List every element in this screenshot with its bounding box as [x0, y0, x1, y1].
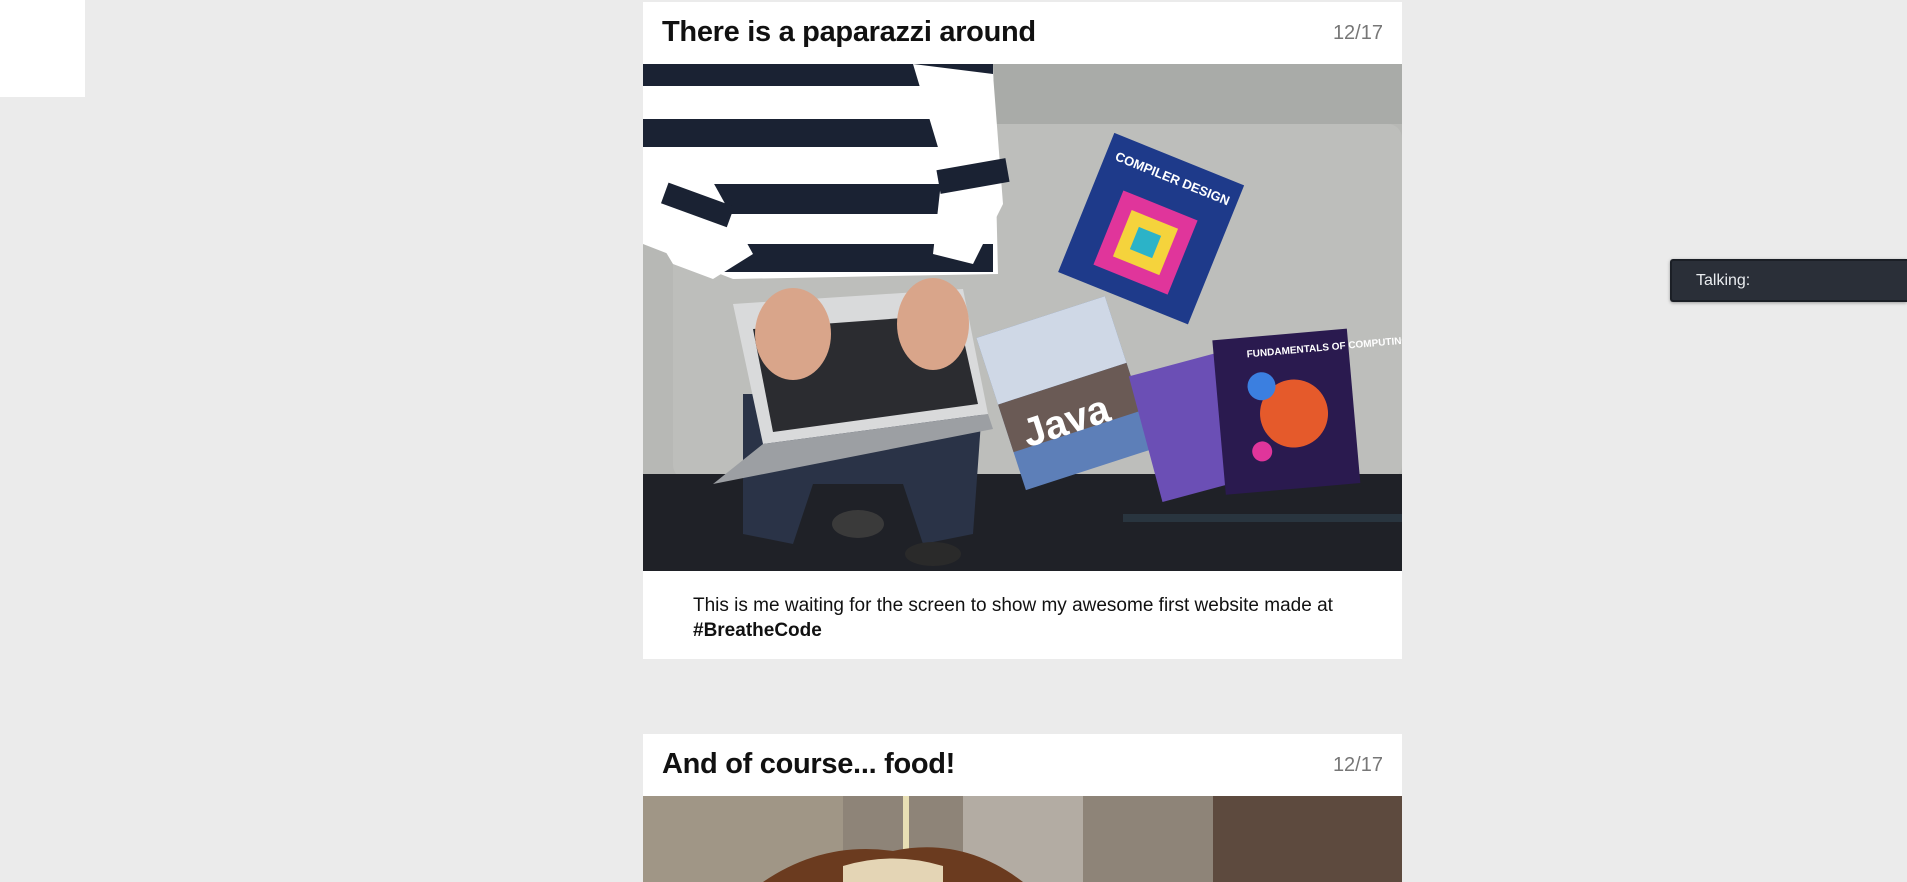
- hashtag-link[interactable]: #BreatheCode: [693, 620, 822, 641]
- post-caption: This is me waiting for the screen to sho…: [643, 571, 1402, 643]
- post-title: There is a paparazzi around: [662, 16, 1036, 48]
- post-title: And of course... food!: [662, 748, 956, 780]
- post-photo: [643, 796, 1402, 882]
- chat-panel-tab[interactable]: Talking:: [1670, 259, 1907, 302]
- corner-panel: [0, 0, 85, 97]
- post-header: There is a paparazzi around 12/17: [643, 2, 1402, 64]
- post-date: 12/17: [1332, 22, 1383, 44]
- post-date: 12/17: [1332, 754, 1383, 776]
- caption-text: This is me waiting for the screen to sho…: [693, 595, 1333, 616]
- post-photo: COMPILER DESIGN Java FUNDAMENTALS OF COM…: [643, 64, 1402, 571]
- post-card: There is a paparazzi around 12/17 COMPIL…: [643, 2, 1402, 659]
- chat-label: Talking:: [1696, 272, 1751, 289]
- post-header: And of course... food! 12/17: [643, 734, 1402, 796]
- post-card: And of course... food! 12/17: [643, 734, 1402, 882]
